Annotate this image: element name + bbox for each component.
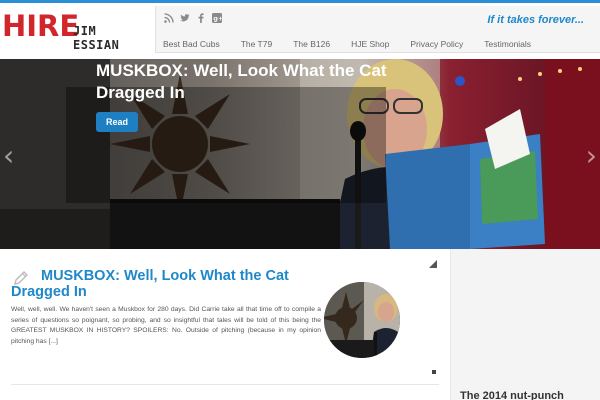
post-title[interactable]: MUSKBOX: Well, Look What the Cat Dragged… (11, 268, 301, 300)
sidebar-widget-title: The 2014 nut-punch (460, 390, 564, 400)
read-button[interactable]: Read (96, 112, 138, 132)
post-format-corner-icon (429, 260, 437, 268)
google-plus-icon[interactable]: g+ (212, 13, 223, 23)
logo-main-text: HIRE (2, 9, 80, 43)
social-links: g+ (164, 13, 223, 23)
twitter-icon[interactable] (180, 13, 190, 23)
nav-item-b126[interactable]: The B126 (293, 39, 330, 49)
nav-item-hje-shop[interactable]: HJE Shop (351, 39, 389, 49)
nav-item-testimonials[interactable]: Testimonials (484, 39, 531, 49)
nav-item-privacy-policy[interactable]: Privacy Policy (410, 39, 463, 49)
post-divider (11, 384, 439, 385)
site-logo[interactable]: HIRE JIM ESSIAN (0, 7, 150, 52)
slider-prev-arrow-icon[interactable]: ‹ (3, 139, 14, 172)
slider-next-arrow-icon[interactable]: › (586, 139, 597, 172)
resize-corner-mark (432, 370, 436, 374)
nav-item-t79[interactable]: The T79 (241, 39, 273, 49)
main-nav: Best Bad Cubs The T79 The B126 HJE Shop … (163, 39, 552, 49)
site-header: HIRE JIM ESSIAN g+ If it takes forever..… (0, 0, 600, 60)
nav-item-best-bad-cubs[interactable]: Best Bad Cubs (163, 39, 220, 49)
facebook-icon[interactable] (196, 13, 206, 23)
slide-caption-overlay (66, 87, 386, 203)
logo-sub-text: JIM ESSIAN (73, 24, 120, 52)
post-thumbnail[interactable] (324, 282, 400, 358)
slide-title[interactable]: MUSKBOX: Well, Look What the Cat Dragged… (96, 60, 456, 104)
svg-text:g+: g+ (213, 15, 222, 23)
rss-icon[interactable] (164, 13, 174, 23)
sidebar (450, 249, 600, 400)
site-tagline: If it takes forever... (487, 14, 584, 26)
post-excerpt: Well, well, well. We haven't seen a Musk… (11, 306, 321, 345)
